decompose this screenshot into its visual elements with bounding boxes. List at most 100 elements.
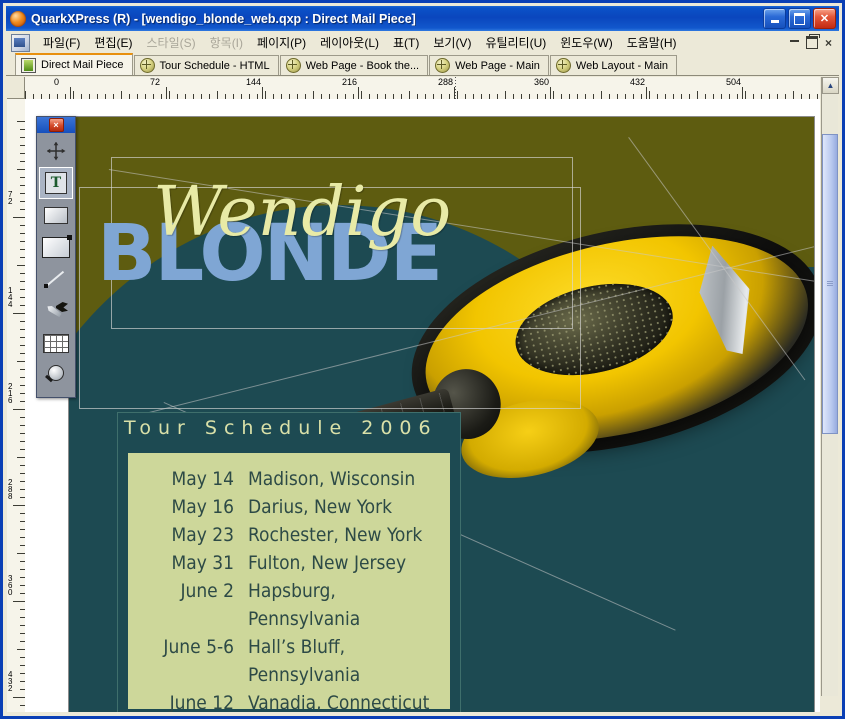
scrollbar-thumb[interactable] (822, 134, 838, 434)
tour-schedule-list: May 14 Madison, Wisconsin May 16 Darius, Ne… (128, 453, 450, 712)
schedule-date: June 5-6 (163, 636, 234, 658)
schedule-date: June 12 (169, 692, 234, 712)
rectangle-icon (42, 234, 72, 258)
ruler-tick (793, 91, 794, 99)
ruler-tick (121, 91, 122, 99)
ruler-tick (73, 91, 74, 99)
document-page[interactable]: BLONDE Wendigo Tour Schedule 2006 May 14… (69, 117, 814, 712)
schedule-city: Rochester, New York (248, 524, 423, 546)
schedule-date: May 14 (171, 468, 234, 490)
ruler-tick (70, 87, 71, 99)
tour-schedule-box[interactable]: Tour Schedule 2006 May 14 Madison, Wiscon… (117, 412, 461, 712)
ruler-tick (17, 505, 25, 506)
menu-item-view[interactable]: 보기(V) (426, 32, 478, 53)
quark-logo-icon (10, 10, 26, 27)
schedule-row: May 23 Rochester, New York (128, 521, 450, 549)
ruler-tick (166, 87, 167, 99)
ruler-tick (553, 91, 554, 99)
ruler-tick (505, 91, 506, 99)
vertical-ruler[interactable]: 7 21 4 42 1 62 8 83 6 04 3 2 (7, 99, 26, 712)
menu-item-layout[interactable]: 레이아웃(L) (313, 32, 386, 53)
line-tool[interactable] (39, 263, 73, 295)
move-arrows-icon (47, 142, 66, 161)
page-artwork: BLONDE Wendigo Tour Schedule 2006 May 14… (69, 117, 814, 712)
tab-label: Direct Mail Piece (41, 59, 124, 71)
band-logo[interactable]: BLONDE Wendigo (97, 177, 567, 317)
ruler-corner[interactable] (7, 77, 25, 99)
ruler-tick (262, 87, 263, 99)
menu-item-help[interactable]: 도움말(H) (620, 32, 684, 53)
document-canvas[interactable]: BLONDE Wendigo Tour Schedule 2006 May 14… (25, 99, 820, 712)
palette-title-bar[interactable]: × (37, 117, 75, 133)
ruler-tick (742, 87, 743, 99)
picture-box-icon (44, 206, 68, 224)
tab-tour-schedule-html[interactable]: Tour Schedule - HTML (133, 55, 279, 75)
quarkxpress-window: QuarkXPress (R) - [wendigo_blonde_web.qx… (0, 0, 845, 719)
ruler-tick (361, 91, 362, 99)
globe-icon (139, 58, 155, 73)
close-button[interactable]: ✕ (813, 8, 836, 29)
ruler-tick (457, 91, 458, 99)
tab-label: Web Page - Main (455, 59, 540, 72)
ruler-tick (17, 361, 25, 362)
schedule-city: Vanadia, Connecticut (248, 692, 430, 712)
ruler-tick (745, 91, 746, 99)
palette-close-button[interactable]: × (48, 118, 64, 132)
window-frame: QuarkXPress (R) - [wendigo_blonde_web.qx… (0, 0, 845, 719)
vertical-scrollbar[interactable]: ▲ (821, 77, 839, 696)
ruler-tick (17, 217, 25, 218)
ruler-tick (17, 313, 25, 314)
ruler-tick (358, 87, 359, 99)
menu-item-file[interactable]: 파일(F) (36, 32, 87, 53)
minimize-button[interactable] (763, 8, 786, 29)
mdi-minimize-button[interactable] (789, 40, 799, 42)
rectangle-box-tool[interactable] (39, 231, 73, 263)
menu-item-utilities[interactable]: 유틸리티(U) (478, 32, 553, 53)
tab-web-page-book-the[interactable]: Web Page - Book the... (279, 55, 429, 75)
menu-bar: 파일(F) 편집(E) 스타일(S) 항목(I) 페이지(P) 레이아웃(L) … (6, 31, 839, 55)
mdi-restore-button[interactable] (805, 34, 820, 49)
schedule-date: May 23 (171, 524, 234, 546)
menu-item-table[interactable]: 표(T) (386, 32, 426, 53)
ruler-tick (17, 121, 25, 122)
ruler-tick (17, 265, 25, 266)
ruler-label: 144 (246, 77, 262, 87)
ruler-tick (646, 87, 647, 99)
menu-item-window[interactable]: 윈도우(W) (553, 32, 619, 53)
ruler-tick (17, 553, 25, 554)
ruler-guide (455, 77, 456, 99)
schedule-city: Madison, Wisconsin (248, 468, 416, 490)
tour-schedule-title: Tour Schedule 2006 (124, 417, 438, 439)
mdi-close-button[interactable]: × (825, 37, 832, 49)
schedule-city: Hall’s Bluff, Pennsylvania (248, 636, 361, 686)
globe-icon (285, 58, 301, 73)
text-content-tool[interactable]: T (39, 167, 73, 199)
tab-direct-mail-piece[interactable]: Direct Mail Piece (15, 53, 133, 75)
ruler-label: 288 (438, 77, 454, 87)
table-tool[interactable] (39, 327, 73, 359)
scrollbar-track[interactable] (822, 94, 838, 696)
tools-palette[interactable]: × T (36, 116, 76, 398)
text-t-icon: T (45, 172, 67, 194)
schedule-row: May 16 Darius, New York (128, 493, 450, 521)
bezier-pen-tool[interactable] (39, 295, 73, 327)
ruler-tick (313, 91, 314, 99)
line-icon (44, 269, 68, 289)
palette-tool-list: T (37, 133, 75, 391)
scroll-up-button[interactable]: ▲ (822, 77, 839, 94)
schedule-date: May 31 (171, 552, 234, 574)
horizontal-ruler[interactable]: 072144216288360432504576 (25, 77, 820, 100)
picture-content-tool[interactable] (39, 199, 73, 231)
item-tool[interactable] (39, 135, 73, 167)
tab-web-layout-main[interactable]: Web Layout - Main (549, 55, 678, 75)
maximize-button[interactable] (788, 8, 811, 29)
zoom-tool[interactable] (39, 359, 73, 391)
menu-item-item: 항목(I) (209, 36, 244, 50)
schedule-row: June 12 Vanadia, Connecticut (128, 689, 450, 712)
menu-item-edit[interactable]: 편집(E) (87, 32, 139, 53)
menu-item-style: 스타일(S) (146, 36, 196, 50)
ruler-tick (17, 457, 25, 458)
window-controls: ✕ (763, 8, 839, 29)
menu-item-page[interactable]: 페이지(P) (250, 32, 313, 53)
tab-web-page-main[interactable]: Web Page - Main (429, 55, 549, 75)
